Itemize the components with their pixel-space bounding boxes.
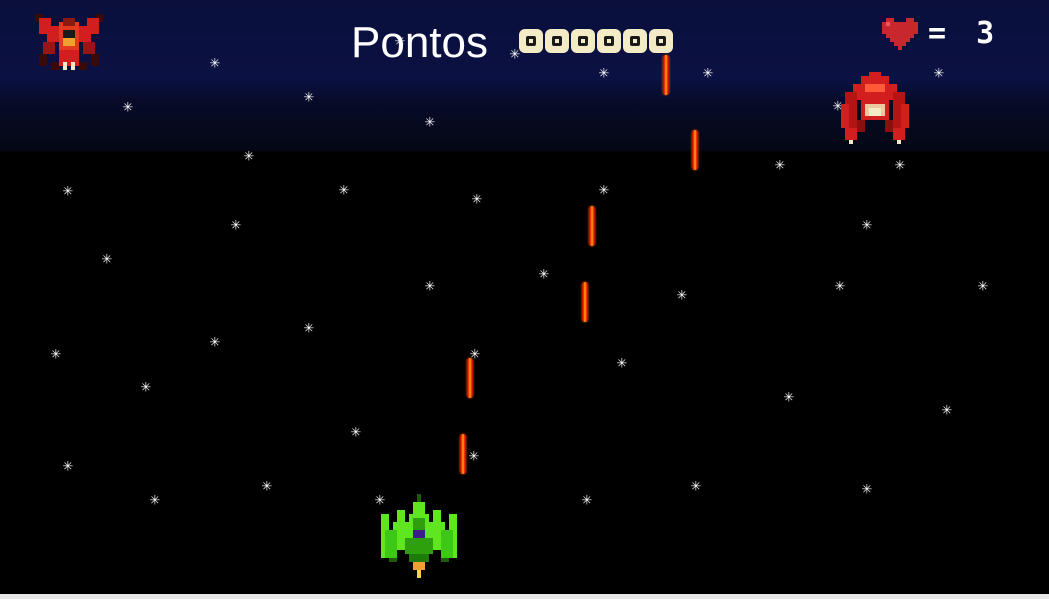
star-icon: ✳ [338,183,350,199]
star-icon: ✳ [861,482,873,498]
star-icon: ✳ [598,183,610,199]
star-icon: ✳ [350,425,362,441]
star-icon: ✳ [243,149,255,165]
laser-shot [582,282,588,322]
laser-shot [467,358,473,398]
star-icon: ✳ [774,158,786,174]
star-icon: ✳ [468,449,480,465]
star-icon: ✳ [933,66,945,82]
star-icon: ✳ [209,56,221,72]
star-icon: ✳ [62,184,74,200]
star-icon: ✳ [977,279,989,295]
red-crab-alien-icon[interactable] [841,72,909,144]
lives-counter: = 3 [882,18,1000,50]
star-icon: ✳ [209,335,221,351]
star-icon: ✳ [122,100,134,116]
star-icon: ✳ [834,279,846,295]
laser-shot [460,434,466,474]
star-icon: ✳ [303,321,315,337]
star-icon: ✳ [616,356,628,372]
star-icon: ✳ [140,380,152,396]
score-label: Pontos [351,18,488,67]
star-icon: ✳ [702,66,714,82]
star-icon: ✳ [261,479,273,495]
star-icon: ✳ [50,347,62,363]
star-icon: ✳ [676,288,688,304]
star-icon: ✳ [861,218,873,234]
score-digit [649,29,673,53]
star-icon: ✳ [538,267,550,283]
star-icon: ✳ [62,459,74,475]
star-icon: ✳ [690,479,702,495]
star-icon: ✳ [894,158,906,174]
red-winged-alien-icon [35,14,103,74]
score-digits [519,29,673,53]
lives-text: = 3 [928,16,1001,51]
star-icon: ✳ [581,493,593,509]
laser-shot [692,130,698,170]
laser-shot [663,55,669,95]
star-icon: ✳ [471,192,483,208]
star-icon: ✳ [230,218,242,234]
heart-icon [882,18,918,50]
star-icon: ✳ [941,403,953,419]
star-icon: ✳ [783,390,795,406]
score-digit [597,29,621,53]
bottom-edge [0,594,1049,599]
game-canvas[interactable]: ✳ ✳ ✳ ✳ ✳ ✳ ✳ ✳ ✳ ✳ ✳ ✳ ✳ ✳ ✳ ✳ ✳ ✳ ✳ ✳ ✳ ✳ ✳ ✳ ✳ ✳ ✳ ✳ ✳ ✳ ✳ ✳ ✳ ✳ ✳ ✳ ✳ ✳ ✳ ✳… [0,0,1049,599]
star-icon: ✳ [101,252,113,268]
score-digit [623,29,647,53]
score-digit [571,29,595,53]
score-digit [519,29,543,53]
star-icon: ✳ [424,115,436,131]
star-icon: ✳ [149,493,161,509]
star-icon: ✳ [303,90,315,106]
star-icon: ✳ [424,279,436,295]
laser-shot [589,206,595,246]
score-digit [545,29,569,53]
star-icon: ✳ [598,66,610,82]
green-fighter-ship-icon[interactable] [381,494,457,578]
